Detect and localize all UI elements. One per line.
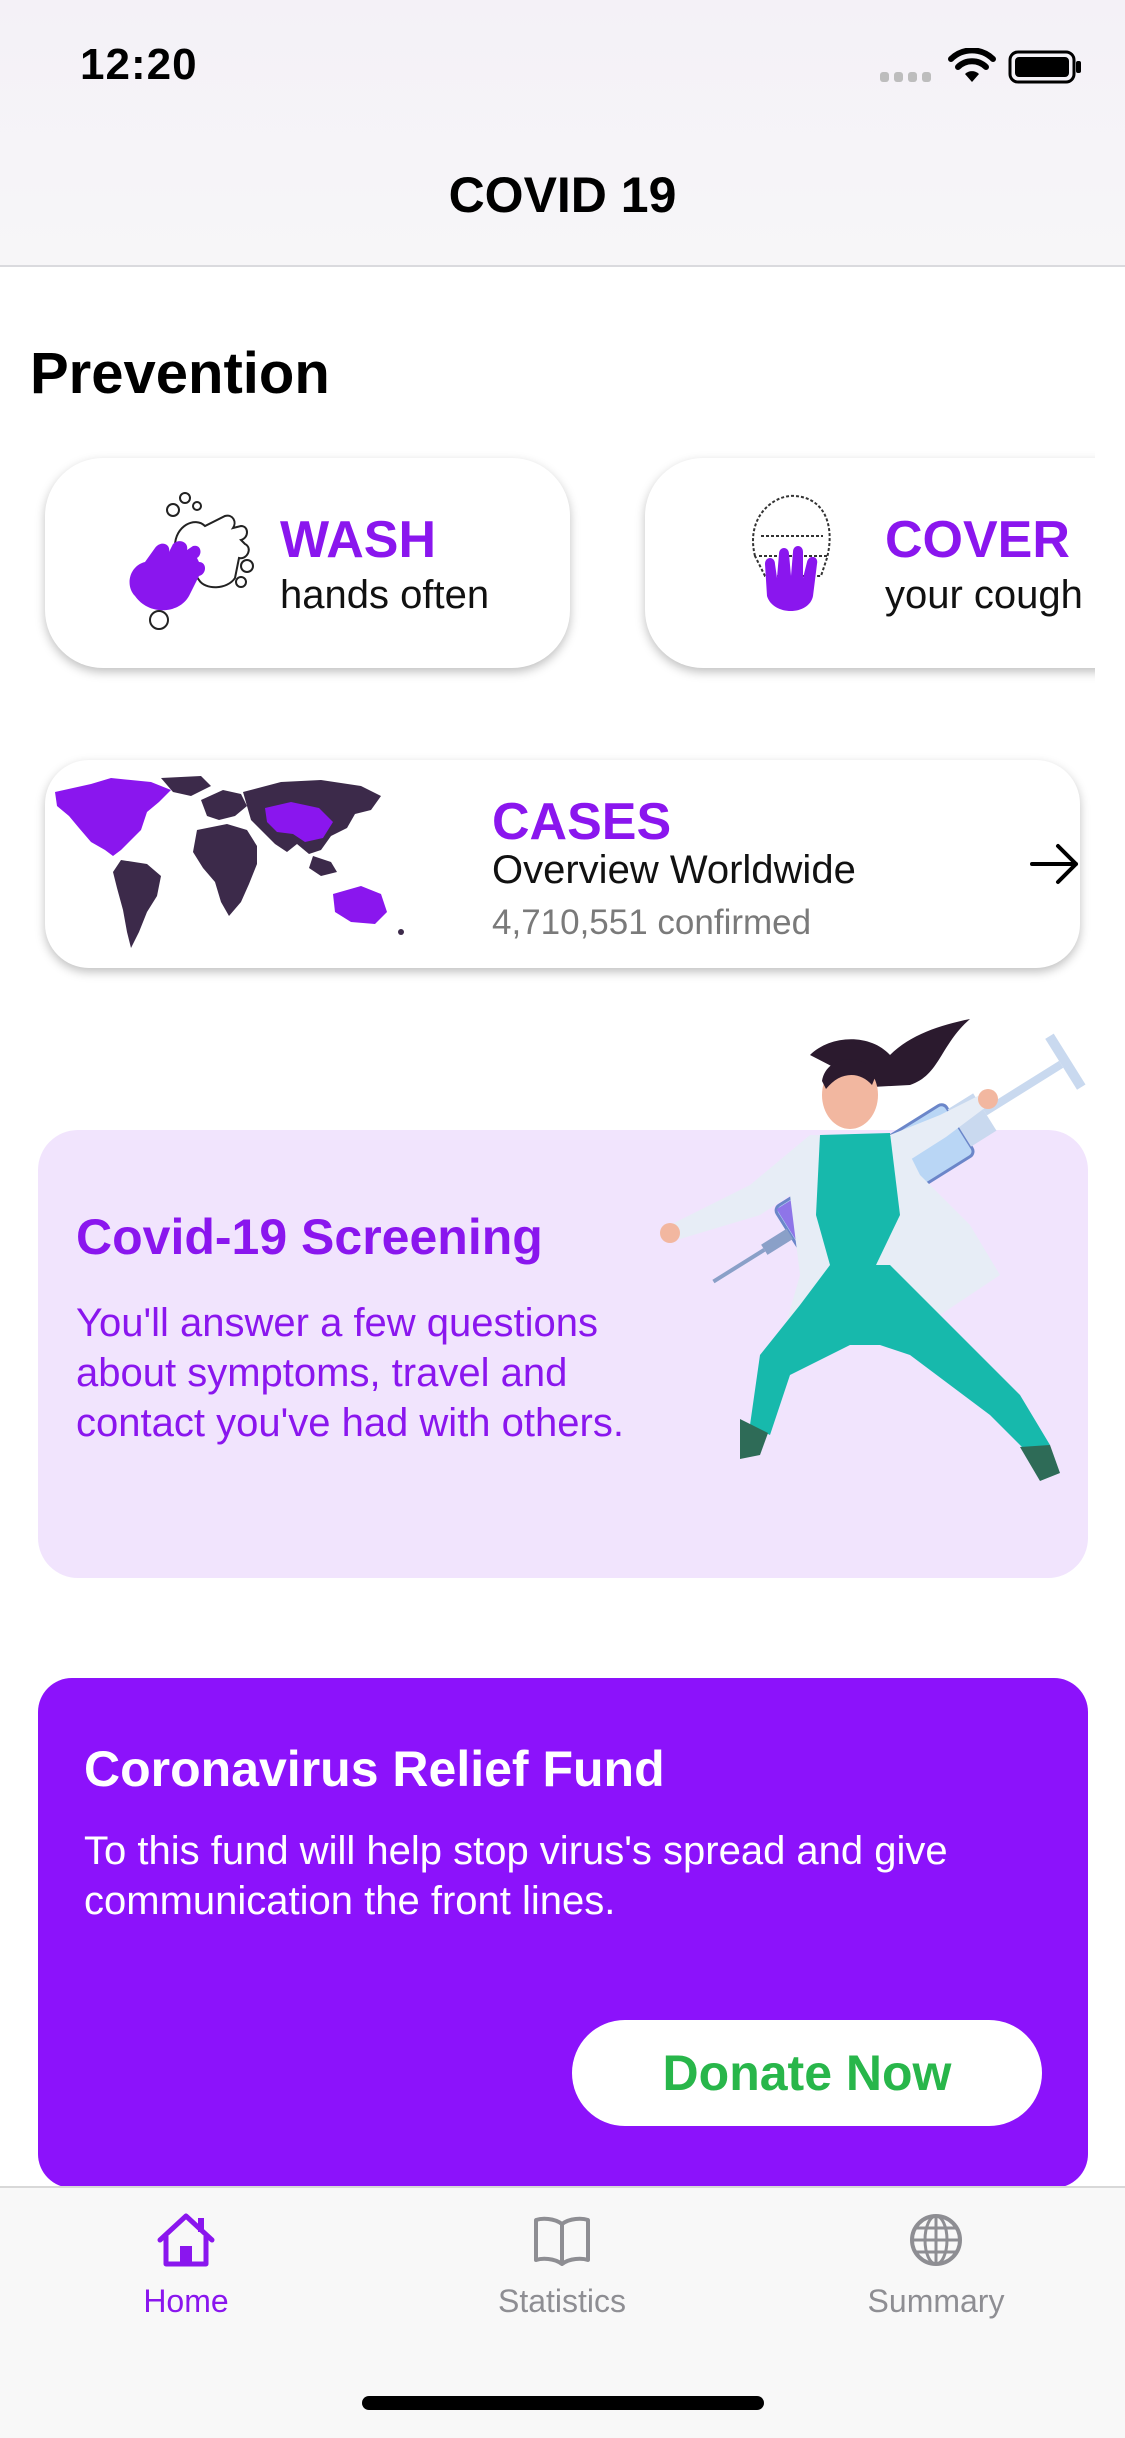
tab-home-label: Home (143, 2283, 229, 2319)
cover-card-subtitle: your cough (885, 573, 1083, 617)
relief-fund-description: To this fund will help stop virus's spre… (84, 1829, 948, 1923)
relief-fund-title: Coronavirus Relief Fund (84, 1741, 665, 1797)
book-icon (530, 2216, 594, 2274)
cover-cough-card[interactable]: COVER your cough (645, 458, 1095, 668)
battery-icon (1008, 50, 1082, 89)
cases-overview-card[interactable]: CASES Overview Worldwide 4,710,551 confi… (45, 760, 1080, 968)
nurse-syringe-illustration (640, 1015, 1100, 1575)
screening-title: Covid-19 Screening (76, 1209, 543, 1265)
section-title-prevention: Prevention (30, 341, 330, 406)
page-title: COVID 19 (448, 167, 677, 223)
status-time: 12:20 (80, 40, 198, 89)
donate-now-button[interactable]: Donate Now (572, 2020, 1042, 2126)
home-indicator[interactable] (362, 2396, 764, 2410)
hand-wash-icon (115, 486, 275, 641)
wash-card-subtitle: hands often (280, 573, 490, 617)
tab-summary[interactable]: Summary (786, 2210, 1086, 2320)
tab-statistics[interactable]: Statistics (412, 2210, 712, 2320)
tab-home[interactable]: Home (36, 2210, 336, 2320)
tab-summary-label: Summary (867, 2283, 1005, 2319)
home-icon (154, 2213, 218, 2274)
wifi-icon (948, 47, 996, 89)
arrow-right-icon[interactable] (1030, 842, 1080, 891)
cover-cough-icon (735, 486, 845, 641)
cellular-signal-icon (880, 68, 934, 87)
cover-card-title: COVER (885, 511, 1070, 569)
wash-card-title: WASH (280, 511, 436, 569)
cases-confirmed-count: 4,710,551 confirmed (492, 903, 812, 942)
wash-hands-card[interactable]: WASH hands often (45, 458, 570, 668)
cases-title: CASES (492, 793, 672, 851)
tab-statistics-label: Statistics (497, 2283, 627, 2319)
cases-subtitle: Overview Worldwide (492, 848, 856, 892)
world-map-icon (51, 772, 421, 957)
screening-description: You'll answer a few questions about symp… (76, 1301, 624, 1445)
globe-icon (904, 2214, 968, 2274)
prevention-carousel[interactable]: WASH hands often COVER your cough (0, 440, 1095, 690)
